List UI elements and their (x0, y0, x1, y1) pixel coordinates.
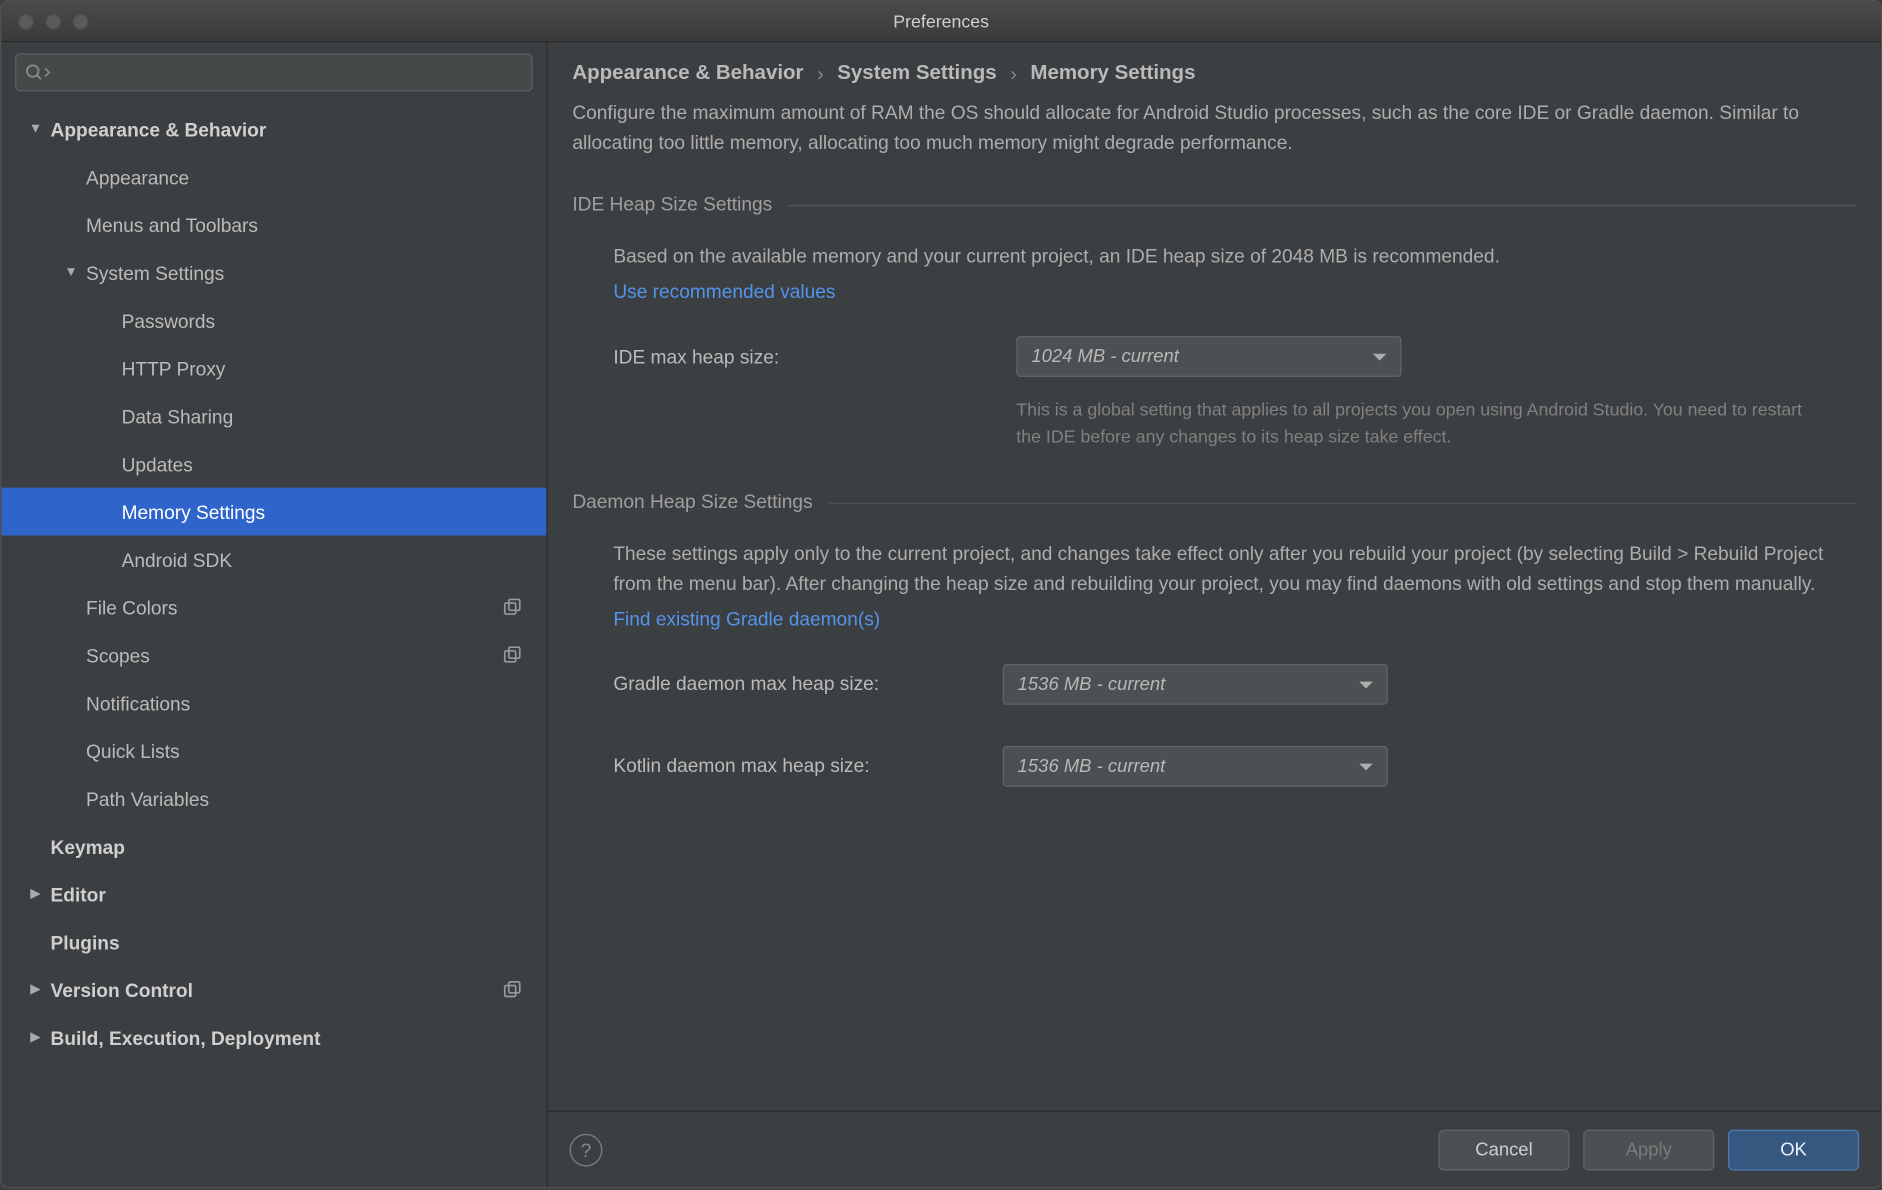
sidebar-item[interactable]: Data Sharing (1, 392, 546, 440)
ide-desc: Based on the available memory and your c… (613, 242, 1829, 272)
find-daemons-link[interactable]: Find existing Gradle daemon(s) (613, 607, 880, 629)
sidebar-item-label: Data Sharing (122, 405, 234, 427)
help-icon[interactable]: ? (570, 1133, 603, 1166)
sidebar-item[interactable]: ▼ Appearance & Behavior (1, 105, 546, 153)
ide-heap-select[interactable]: 1024 MB - current (1016, 337, 1401, 378)
chevron-down-icon: ▼ (64, 265, 78, 280)
close-icon[interactable] (18, 13, 34, 29)
daemon-desc: These settings apply only to the current… (613, 540, 1829, 599)
dialog-footer: ? Cancel Apply OK (548, 1111, 1881, 1187)
sidebar-item[interactable]: ▶ Editor (1, 870, 546, 918)
sidebar-item[interactable]: Plugins (1, 918, 546, 966)
gradle-heap-select[interactable]: 1536 MB - current (1003, 664, 1388, 705)
chevron-down-icon: ▼ (29, 122, 43, 137)
sidebar-item[interactable]: ▼ System Settings (1, 249, 546, 297)
intro-text: Configure the maximum amount of RAM the … (572, 98, 1829, 157)
settings-tree: ▼ Appearance & Behavior Appearance Menus an… (1, 102, 546, 1187)
divider (829, 502, 1856, 503)
titlebar: Preferences (1, 1, 1881, 42)
section-title: IDE Heap Size Settings (572, 190, 772, 220)
chevron-right-icon: › (1010, 62, 1016, 84)
sidebar-item[interactable]: Passwords (1, 296, 546, 344)
sidebar-item-label: Memory Settings (122, 501, 265, 523)
sidebar-item-label: Updates (122, 453, 193, 475)
sidebar-item-label: File Colors (86, 596, 177, 618)
sidebar-item[interactable]: Path Variables (1, 775, 546, 823)
gradle-heap-label: Gradle daemon max heap size: (613, 670, 1016, 700)
sidebar-item-label: Android SDK (122, 548, 233, 570)
chevron-right-icon: ▶ (29, 1030, 43, 1045)
breadcrumb: Appearance & Behavior › System Settings … (548, 42, 1881, 98)
sidebar-item[interactable]: Notifications (1, 679, 546, 727)
sidebar-item-label: Scopes (86, 644, 150, 666)
sidebar-item-label: Passwords (122, 309, 216, 331)
chevron-right-icon: › (817, 62, 823, 84)
sidebar-item-label: Version Control (51, 979, 193, 1001)
sidebar-item-label: Appearance (86, 166, 189, 188)
sidebar-item-label: Quick Lists (86, 740, 180, 762)
sidebar-item-label: System Settings (86, 262, 224, 284)
sidebar-item-label: HTTP Proxy (122, 357, 226, 379)
ide-heap-hint: This is a global setting that applies to… (613, 397, 1829, 450)
sidebar-item[interactable]: ▶ Version Control (1, 966, 546, 1014)
apply-button[interactable]: Apply (1583, 1129, 1714, 1170)
sidebar-item[interactable]: Appearance (1, 153, 546, 201)
sidebar-item[interactable]: HTTP Proxy (1, 344, 546, 392)
ide-heap-label: IDE max heap size: (613, 342, 1016, 372)
project-scope-icon (503, 980, 522, 999)
sidebar-item-label: Keymap (51, 835, 125, 857)
sidebar-item-label: Appearance & Behavior (51, 118, 267, 140)
ok-button[interactable]: OK (1728, 1129, 1859, 1170)
breadcrumb-group: System Settings (837, 61, 996, 84)
section-ide-heap: IDE Heap Size Settings (572, 190, 1856, 220)
sidebar-item-label: Plugins (51, 931, 120, 953)
section-daemon-heap: Daemon Heap Size Settings (572, 488, 1856, 518)
sidebar-item[interactable]: ▶ Build, Execution, Deployment (1, 1014, 546, 1062)
sidebar-item[interactable]: Keymap (1, 822, 546, 870)
sidebar-item[interactable]: Android SDK (1, 535, 546, 583)
zoom-icon[interactable] (72, 13, 88, 29)
sidebar-item[interactable]: Menus and Toolbars (1, 201, 546, 249)
main-panel: Appearance & Behavior › System Settings … (548, 42, 1881, 1187)
divider (789, 205, 1857, 206)
breadcrumb-root: Appearance & Behavior (572, 61, 803, 84)
breadcrumb-leaf: Memory Settings (1030, 61, 1195, 84)
project-scope-icon (503, 598, 522, 617)
sidebar-item-label: Editor (51, 883, 106, 905)
sidebar-item-label: Notifications (86, 692, 190, 714)
cancel-button[interactable]: Cancel (1438, 1129, 1569, 1170)
kotlin-heap-label: Kotlin daemon max heap size: (613, 752, 1016, 782)
window-title: Preferences (1, 11, 1881, 31)
sidebar: ▼ Appearance & Behavior Appearance Menus an… (1, 42, 547, 1187)
sidebar-item[interactable]: Updates (1, 440, 546, 488)
search-input[interactable] (15, 53, 533, 91)
sidebar-item-label: Build, Execution, Deployment (51, 1027, 321, 1049)
section-title: Daemon Heap Size Settings (572, 488, 812, 518)
kotlin-heap-select[interactable]: 1536 MB - current (1003, 746, 1388, 787)
chevron-right-icon: ▶ (29, 887, 43, 902)
traffic-lights (18, 13, 89, 29)
preferences-window: Preferences ▼Appearance & BehaviorAppear… (0, 0, 1882, 1188)
sidebar-item-label: Path Variables (86, 787, 209, 809)
sidebar-item[interactable]: Memory Settings (1, 488, 546, 536)
minimize-icon[interactable] (45, 13, 61, 29)
sidebar-item-label: Menus and Toolbars (86, 214, 258, 236)
use-recommended-link[interactable]: Use recommended values (613, 280, 835, 302)
project-scope-icon (503, 645, 522, 664)
sidebar-item[interactable]: File Colors (1, 583, 546, 631)
chevron-right-icon: ▶ (29, 982, 43, 997)
sidebar-item[interactable]: Quick Lists (1, 727, 546, 775)
sidebar-item[interactable]: Scopes (1, 631, 546, 679)
